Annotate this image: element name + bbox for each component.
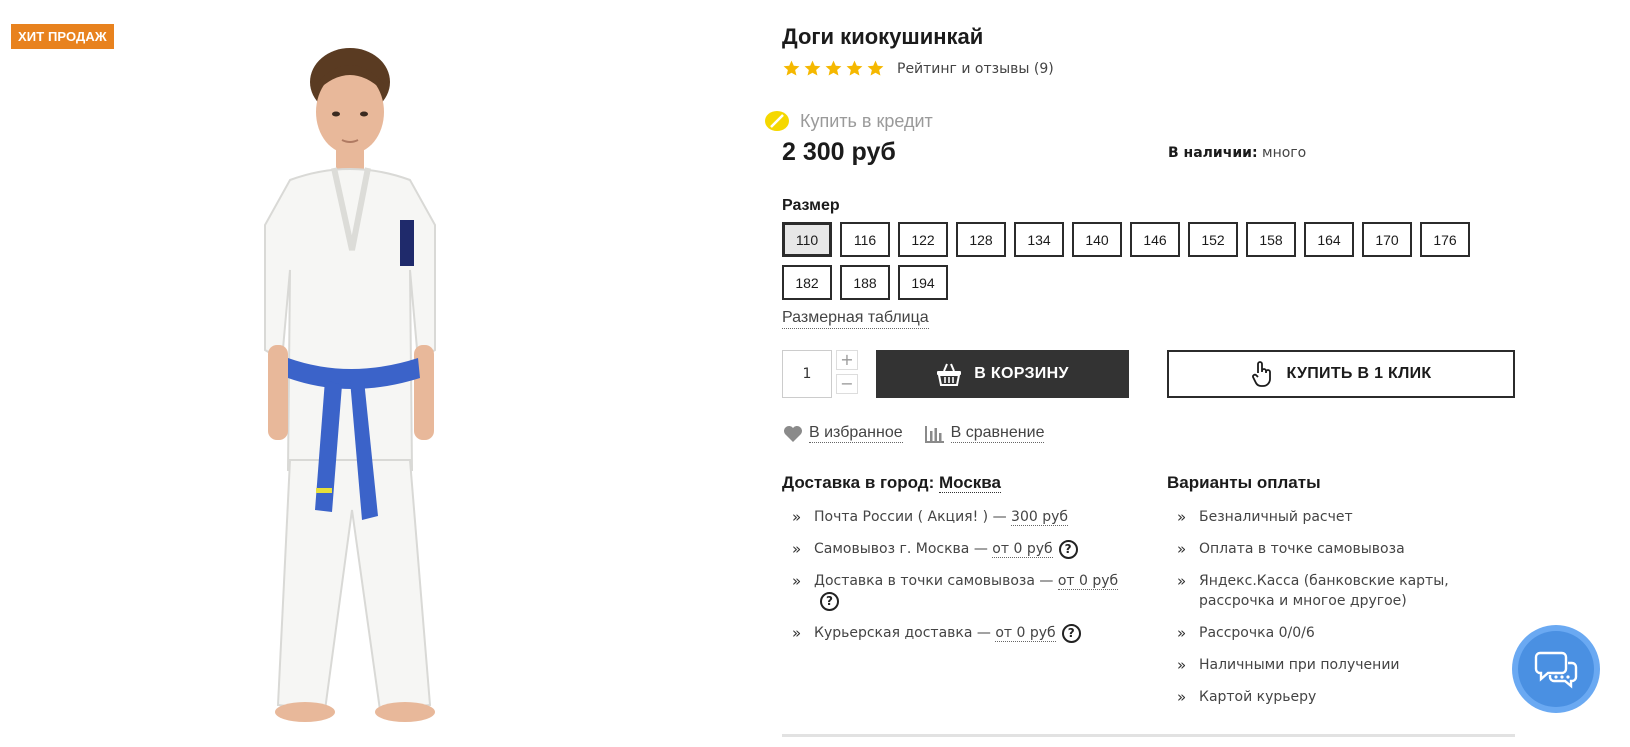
quantity-plus-button[interactable]: + xyxy=(836,350,858,370)
size-option-110[interactable]: 110 xyxy=(782,222,832,257)
delivery-option-price[interactable]: от 0 руб xyxy=(1057,573,1119,590)
chat-bubbles-icon xyxy=(1534,651,1578,689)
question-icon[interactable]: ? xyxy=(820,591,839,611)
size-option-188[interactable]: 188 xyxy=(840,265,890,300)
size-option-164[interactable]: 164 xyxy=(1304,222,1354,257)
bestseller-badge: ХИТ ПРОДАЖ xyxy=(11,24,114,49)
delivery-option-label: Самовывоз г. Москва — xyxy=(814,541,988,557)
payment-option: Рассрочка 0/0/6 xyxy=(1167,623,1507,643)
credit-coin-icon xyxy=(765,111,789,131)
stock-value: много xyxy=(1262,145,1307,161)
star-icon xyxy=(846,60,863,76)
size-option-194[interactable]: 194 xyxy=(898,265,948,300)
size-option-140[interactable]: 140 xyxy=(1072,222,1122,257)
delivery-option-price[interactable]: 300 руб xyxy=(1011,509,1069,526)
star-icon xyxy=(804,60,821,76)
chat-widget-inner xyxy=(1518,631,1594,707)
rating-reviews-link[interactable]: Рейтинг и отзывы (9) xyxy=(897,61,1054,77)
delivery-option: Самовывоз г. Москва — от 0 руб? xyxy=(782,539,1142,559)
payment-option: Оплата в точке самовывоза xyxy=(1167,539,1507,559)
delivery-option-label: Почта России ( Акция! ) — xyxy=(814,509,1007,525)
star-icon xyxy=(825,60,842,76)
product-price: 2 300 руб xyxy=(782,138,896,166)
buy-one-click-label: КУПИТЬ В 1 КЛИК xyxy=(1286,365,1432,382)
rating-stars[interactable] xyxy=(782,59,885,78)
add-to-cart-label: В КОРЗИНУ xyxy=(974,365,1069,382)
size-option-182[interactable]: 182 xyxy=(782,265,832,300)
delivery-option-label: Доставка в точки самовывоза — xyxy=(814,573,1054,589)
delivery-option: Доставка в точки самовывоза — от 0 руб? xyxy=(782,571,1142,611)
chat-widget-button[interactable] xyxy=(1512,625,1600,713)
delivery-option-price[interactable]: от 0 руб xyxy=(995,625,1056,642)
size-table-link[interactable]: Размерная таблица xyxy=(782,309,929,329)
stock-status: В наличии: много xyxy=(1168,145,1306,161)
star-icon xyxy=(867,60,884,76)
product-title: Доги киокушинкай xyxy=(782,24,984,49)
product-photo[interactable] xyxy=(230,40,510,740)
quantity-minus-button[interactable]: − xyxy=(836,374,858,394)
question-icon[interactable]: ? xyxy=(1058,539,1078,559)
size-options: 110 116 122 128 134 140 146 152 158 164 170 176 182 1… xyxy=(782,222,1482,300)
size-option-134[interactable]: 134 xyxy=(1014,222,1064,257)
payment-options: Безналичный расчет Оплата в точке самовыв… xyxy=(1167,507,1507,707)
product-actions: В избранное В сравнение xyxy=(783,424,1045,443)
size-option-146[interactable]: 146 xyxy=(1130,222,1180,257)
payment-section: Варианты оплаты Безналичный расчет Оплата… xyxy=(1167,473,1507,719)
delivery-options: Почта России ( Акция! ) — 300 руб Самовыв… xyxy=(782,507,1142,643)
size-option-170[interactable]: 170 xyxy=(1362,222,1412,257)
size-label: Размер xyxy=(782,197,840,214)
delivery-section: Доставка в город: Москва Почта России ( … xyxy=(782,473,1142,655)
delivery-option: Курьерская доставка — от 0 руб? xyxy=(782,623,1142,643)
payment-option: Картой курьеру xyxy=(1167,687,1507,707)
add-to-compare[interactable]: В сравнение xyxy=(924,424,1045,443)
delivery-city-link[interactable]: Москва xyxy=(939,473,1001,493)
delivery-title-prefix: Доставка в город: xyxy=(782,473,935,492)
basket-icon xyxy=(937,363,962,386)
size-option-152[interactable]: 152 xyxy=(1188,222,1238,257)
hand-pointer-icon xyxy=(1251,361,1271,387)
size-option-128[interactable]: 128 xyxy=(956,222,1006,257)
delivery-option-price[interactable]: от 0 руб xyxy=(992,541,1053,558)
heart-icon xyxy=(784,425,802,442)
star-icon xyxy=(783,60,800,76)
add-to-favorites[interactable]: В избранное xyxy=(783,424,903,443)
question-icon[interactable]: ? xyxy=(1061,623,1081,643)
rating-row: Рейтинг и отзывы (9) xyxy=(782,59,1054,78)
delivery-title: Доставка в город: Москва xyxy=(782,473,1142,493)
payment-option: Безналичный расчет xyxy=(1167,507,1507,527)
size-option-176[interactable]: 176 xyxy=(1420,222,1470,257)
payment-title: Варианты оплаты xyxy=(1167,473,1321,492)
delivery-option-label: Курьерская доставка — xyxy=(814,625,991,641)
quantity-input[interactable]: 1 xyxy=(782,350,832,398)
size-option-122[interactable]: 122 xyxy=(898,222,948,257)
quantity-stepper: + − xyxy=(836,350,858,394)
product-gallery: ХИТ ПРОДАЖ xyxy=(0,0,760,747)
compare-label: В сравнение xyxy=(950,424,1045,443)
buy-on-credit[interactable]: Купить в кредит xyxy=(764,110,933,132)
bar-chart-icon xyxy=(924,425,944,443)
section-divider xyxy=(782,734,1515,737)
delivery-option: Почта России ( Акция! ) — 300 руб xyxy=(782,507,1142,527)
stock-label: В наличии: xyxy=(1168,145,1258,161)
favorites-label: В избранное xyxy=(809,424,903,443)
buy-one-click-button[interactable]: КУПИТЬ В 1 КЛИК xyxy=(1167,350,1515,398)
payment-option: Яндекс.Касса (банковские карты, рассрочк… xyxy=(1167,571,1507,611)
credit-label: Купить в кредит xyxy=(800,110,933,131)
payment-option: Наличными при получении xyxy=(1167,655,1507,675)
size-option-116[interactable]: 116 xyxy=(840,222,890,257)
size-option-158[interactable]: 158 xyxy=(1246,222,1296,257)
add-to-cart-button[interactable]: В КОРЗИНУ xyxy=(876,350,1129,398)
